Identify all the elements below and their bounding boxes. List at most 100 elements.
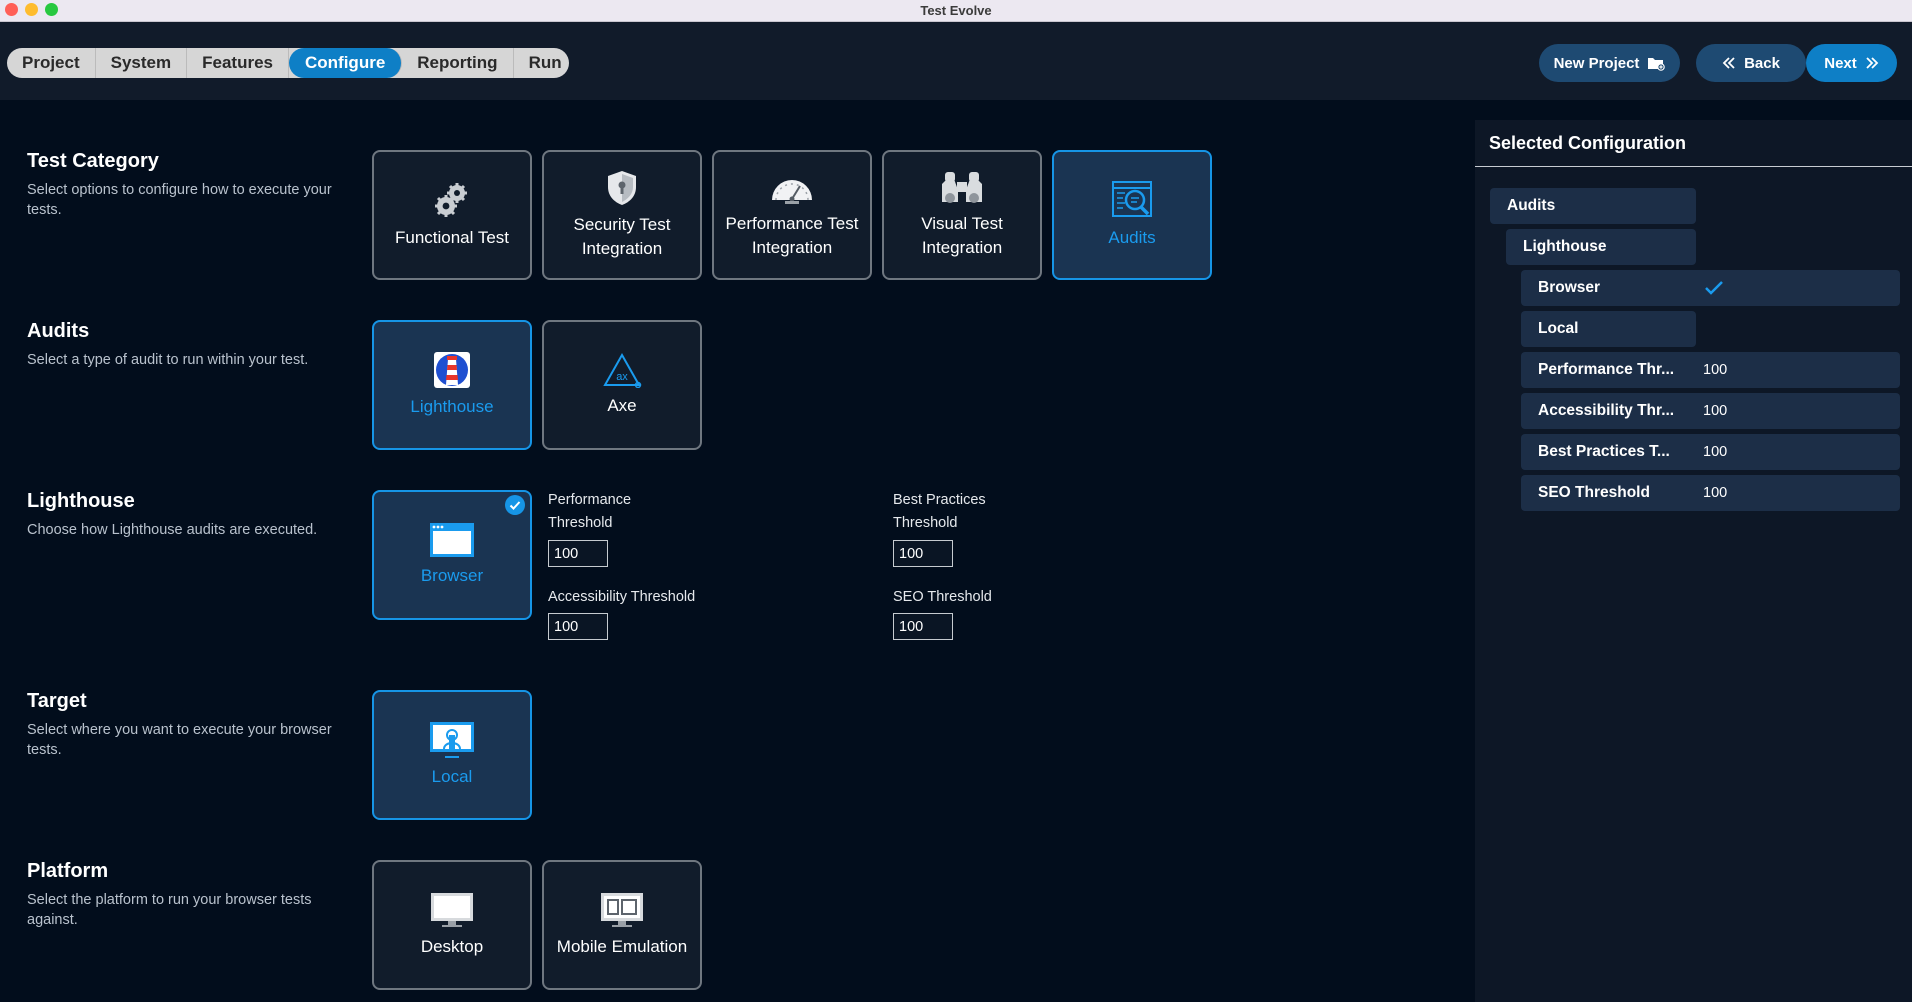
option-label: Mobile Emulation: [556, 937, 688, 956]
config-key: Audits: [1507, 197, 1556, 214]
option-label: Desktop: [420, 937, 484, 956]
option-label: Local: [431, 767, 473, 786]
section-desc-test-category: Select options to configure how to execu…: [27, 182, 332, 218]
config-key: Lighthouse: [1523, 238, 1607, 255]
next-label: Next: [1824, 54, 1857, 72]
option-audits[interactable]: Audits: [1052, 150, 1212, 280]
back-button[interactable]: Back: [1696, 44, 1806, 82]
new-project-button[interactable]: New Project: [1539, 44, 1680, 82]
option-label: Audits: [1108, 228, 1156, 247]
section-desc-platform: Select the platform to run your browser …: [27, 892, 312, 928]
selected-check-icon: [505, 495, 525, 515]
best-practices-threshold-label-line2: Threshold: [893, 515, 958, 531]
config-key: SEO Threshold: [1538, 484, 1650, 501]
performance-threshold-input[interactable]: [548, 540, 608, 567]
config-key: Accessibility Thr...: [1538, 402, 1675, 419]
accessibility-threshold-label: Accessibility Threshold: [548, 589, 696, 605]
svg-text:ax: ax: [616, 371, 628, 383]
selected-configuration-title: Selected Configuration: [1489, 133, 1687, 153]
option-label-line1: Visual Test: [921, 214, 1003, 233]
local-machine-icon: [430, 722, 474, 758]
binoculars-icon: [942, 172, 982, 203]
section-desc-target: Select where you want to execute your br…: [27, 722, 332, 758]
back-label: Back: [1744, 54, 1780, 72]
config-value: 100: [1703, 485, 1728, 501]
option-label-line2: Integration: [581, 239, 663, 258]
next-button[interactable]: Next: [1806, 44, 1897, 82]
new-project-label: New Project: [1553, 54, 1640, 72]
option-label-line1: Performance Test: [725, 214, 859, 233]
config-row-audits: Audits: [1490, 188, 1696, 224]
best-practices-threshold-label-line1: Best Practices: [893, 492, 986, 508]
tab-project[interactable]: Project: [7, 48, 96, 78]
option-visual-test-integration[interactable]: Visual Test Integration: [882, 150, 1042, 280]
section-desc-lighthouse: Choose how Lighthouse audits are execute…: [27, 522, 318, 538]
tab-system[interactable]: System: [96, 48, 188, 78]
option-label-line2: Integration: [751, 238, 833, 257]
config-value: 100: [1703, 403, 1728, 419]
option-axe[interactable]: ax Axe: [542, 320, 702, 450]
best-practices-threshold-label: Best Practices Threshold: [893, 489, 986, 535]
option-label: Lighthouse: [410, 397, 494, 416]
selected-configuration-panel: Selected Configuration Audits Lighthouse…: [1475, 120, 1912, 1002]
performance-threshold-label-line1: Performance: [548, 492, 632, 508]
mobile-emulation-icon: [601, 893, 643, 927]
option-desktop[interactable]: Desktop: [372, 860, 532, 990]
axe-icon: ax: [603, 352, 642, 388]
option-browser[interactable]: Browser: [372, 490, 532, 620]
config-row-performance-threshold: Performance Thr... 100: [1521, 352, 1900, 388]
config-key: Local: [1538, 320, 1579, 337]
option-local[interactable]: Local: [372, 690, 532, 820]
config-value: 100: [1703, 362, 1728, 378]
seo-threshold-input[interactable]: [893, 613, 953, 640]
seo-threshold-label: SEO Threshold: [893, 589, 992, 605]
top-navigation-bar: Project System Features Configure Report…: [0, 22, 1912, 100]
gears-icon: [435, 183, 467, 217]
option-lighthouse[interactable]: Lighthouse: [372, 320, 532, 450]
option-label-line1: Security Test: [573, 215, 671, 234]
accessibility-threshold-input[interactable]: [548, 613, 608, 640]
performance-threshold-label-line2: Threshold: [548, 515, 613, 531]
performance-threshold-label: Performance Threshold: [548, 489, 631, 535]
shield-icon: [608, 171, 636, 205]
tab-run[interactable]: Run: [514, 48, 569, 78]
double-chevron-left-icon: [1722, 57, 1735, 69]
config-row-browser: Browser: [1521, 270, 1900, 306]
desktop-monitor-icon: [431, 893, 473, 927]
lighthouse-icon: [434, 352, 470, 388]
window-title: Test Evolve: [920, 3, 992, 18]
option-mobile-emulation[interactable]: Mobile Emulation: [542, 860, 702, 990]
config-value: 100: [1703, 444, 1728, 460]
new-folder-icon: [1648, 57, 1666, 71]
option-label: Functional Test: [394, 228, 510, 247]
config-key: Performance Thr...: [1538, 361, 1675, 378]
audit-magnifier-icon: [1112, 181, 1152, 217]
browser-window-icon: [430, 523, 474, 557]
option-label-line2: Integration: [921, 238, 1003, 257]
section-title-lighthouse: Lighthouse: [27, 490, 135, 512]
tab-configure[interactable]: Configure: [289, 48, 403, 78]
section-title-platform: Platform: [27, 860, 109, 882]
config-row-seo-threshold: SEO Threshold 100: [1521, 475, 1900, 511]
option-label: Axe: [607, 396, 637, 415]
best-practices-threshold-input[interactable]: [893, 540, 953, 567]
tab-features[interactable]: Features: [187, 48, 289, 78]
section-desc-audits: Select a type of audit to run within you…: [27, 352, 309, 368]
config-key: Best Practices T...: [1538, 443, 1670, 460]
option-security-test-integration[interactable]: Security Test Integration: [542, 150, 702, 280]
config-row-lighthouse: Lighthouse: [1506, 229, 1696, 265]
option-performance-test-integration[interactable]: Performance Test Integration: [712, 150, 872, 280]
section-title-audits: Audits: [27, 320, 90, 342]
config-row-local: Local: [1521, 311, 1696, 347]
config-key: Browser: [1538, 279, 1601, 296]
double-chevron-right-icon: [1866, 57, 1879, 69]
panel-divider: [1475, 166, 1912, 167]
section-title-target: Target: [27, 690, 87, 712]
window-titlebar: Test Evolve: [0, 0, 1912, 22]
workflow-tabs: Project System Features Configure Report…: [7, 48, 569, 78]
option-functional-test[interactable]: Functional Test: [372, 150, 532, 280]
checkmark-icon: [1705, 281, 1723, 295]
tab-reporting[interactable]: Reporting: [402, 48, 514, 78]
config-row-best-practices-threshold: Best Practices T... 100: [1521, 434, 1900, 470]
config-row-accessibility-threshold: Accessibility Thr... 100: [1521, 393, 1900, 429]
